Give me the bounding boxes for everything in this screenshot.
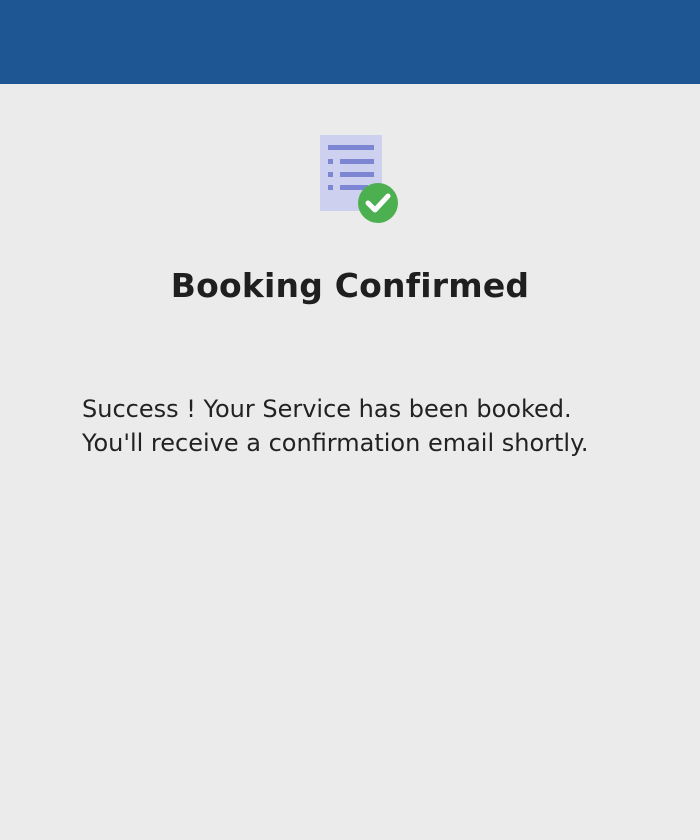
header-bar [0,0,700,84]
message-line-2: You'll receive a confirmation email shor… [82,429,589,457]
confirmation-message: Success ! Your Service has been booked. … [82,392,662,460]
page-title: Booking Confirmed [170,266,530,305]
document-checkmark-icon [318,134,400,224]
message-line-1: Success ! Your Service has been booked. [82,395,572,423]
confirmation-panel: Booking Confirmed Success ! Your Service… [0,84,700,840]
